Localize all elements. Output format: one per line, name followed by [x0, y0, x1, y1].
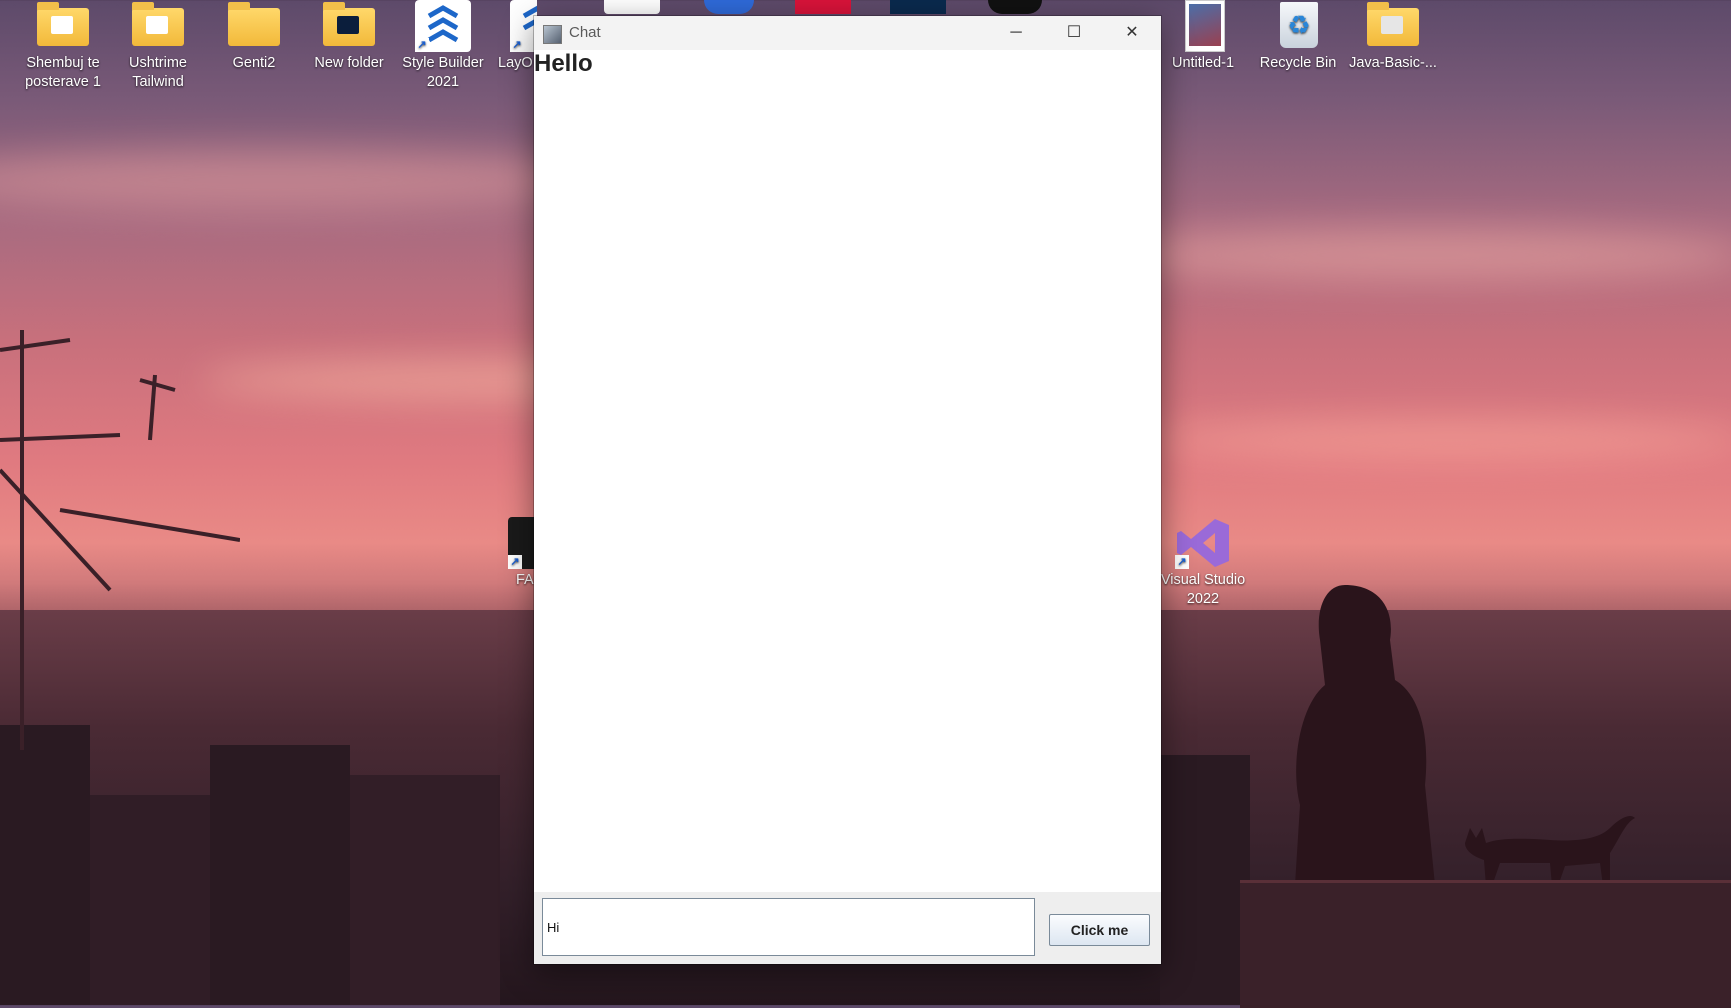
desktop-icon-label: Untitled-1	[1171, 55, 1235, 71]
desktop-icon-partial[interactable]	[988, 0, 1042, 14]
girl-silhouette	[1295, 585, 1435, 885]
close-button[interactable]: ✕	[1103, 16, 1161, 50]
chat-window: Chat ─ ☐ ✕ Hello Click me	[534, 16, 1161, 964]
rooftop-wall	[1240, 880, 1731, 1008]
window-title: Chat	[569, 24, 601, 41]
desktop-icon-label: Recycle Bin	[1259, 55, 1337, 71]
minimize-button[interactable]: ─	[987, 16, 1045, 50]
java-app-icon	[543, 25, 562, 44]
desktop-icon-label: FA	[516, 572, 534, 588]
desktop-icon-folder[interactable]: Shembuj te posterave 1	[17, 0, 109, 92]
recycle-bin-icon: ♻	[1280, 2, 1318, 48]
desktop-icon-partial[interactable]	[604, 0, 660, 14]
desktop-icon-fa[interactable]: ↗ FA	[490, 517, 535, 590]
folder-icon	[1367, 2, 1419, 46]
chat-heading: Hello	[534, 50, 593, 77]
folder-icon	[228, 2, 280, 46]
desktop-icon-label: New folder	[314, 55, 384, 71]
desktop-icon-folder[interactable]: Genti2	[208, 0, 300, 73]
input-bar: Click me	[534, 892, 1161, 964]
folder-icon	[323, 2, 375, 46]
desktop-icon-label: Genti2	[232, 55, 276, 71]
folder-icon	[37, 2, 89, 46]
desktop-icon-untitled[interactable]: Untitled-1	[1157, 0, 1249, 73]
desktop-icon-label: LayO	[498, 55, 533, 71]
desktop-icon-java-basic[interactable]: Java-Basic-...	[1347, 0, 1439, 73]
desktop-icon-folder[interactable]: New folder	[303, 0, 395, 73]
shortcut-arrow-icon: ↗	[508, 555, 522, 569]
desktop-icon-visual-studio[interactable]: ↗ Visual Studio 2022	[1157, 517, 1249, 609]
desktop-icon-label: Ushtrime Tailwind	[128, 55, 187, 90]
shortcut-arrow-icon: ↗	[1175, 555, 1189, 569]
desktop-icon-partial[interactable]	[890, 0, 946, 14]
window-titlebar[interactable]: Chat ─ ☐ ✕	[534, 16, 1161, 50]
desktop-icon-layo[interactable]: ↗ LayO	[492, 0, 537, 73]
desktop-icon-label: Style Builder 2021	[402, 55, 484, 90]
desktop-icon-label: Shembuj te posterave 1	[25, 55, 101, 90]
desktop-icon-label: Visual Studio 2022	[1160, 572, 1246, 607]
click-me-button[interactable]: Click me	[1049, 914, 1150, 946]
chat-content-area: Hello	[534, 50, 1161, 892]
folder-icon	[132, 2, 184, 46]
maximize-button[interactable]: ☐	[1045, 16, 1103, 50]
desktop-icon-label: Java-Basic-...	[1349, 55, 1437, 71]
desktop-icon-folder[interactable]: Ushtrime Tailwind	[112, 0, 204, 92]
message-input[interactable]	[542, 898, 1035, 956]
antenna-silhouette	[0, 330, 240, 750]
image-file-icon	[1185, 0, 1225, 52]
desktop-icon-partial[interactable]	[704, 0, 754, 14]
shortcut-arrow-icon: ↗	[510, 38, 524, 52]
desktop-icon-style-builder[interactable]: ↗ Style Builder 2021	[397, 0, 489, 92]
cat-silhouette	[1465, 816, 1635, 886]
desktop-icon-partial[interactable]	[795, 0, 851, 14]
shortcut-arrow-icon: ↗	[415, 38, 429, 52]
desktop-icon-recycle-bin[interactable]: ♻ Recycle Bin	[1252, 0, 1344, 73]
